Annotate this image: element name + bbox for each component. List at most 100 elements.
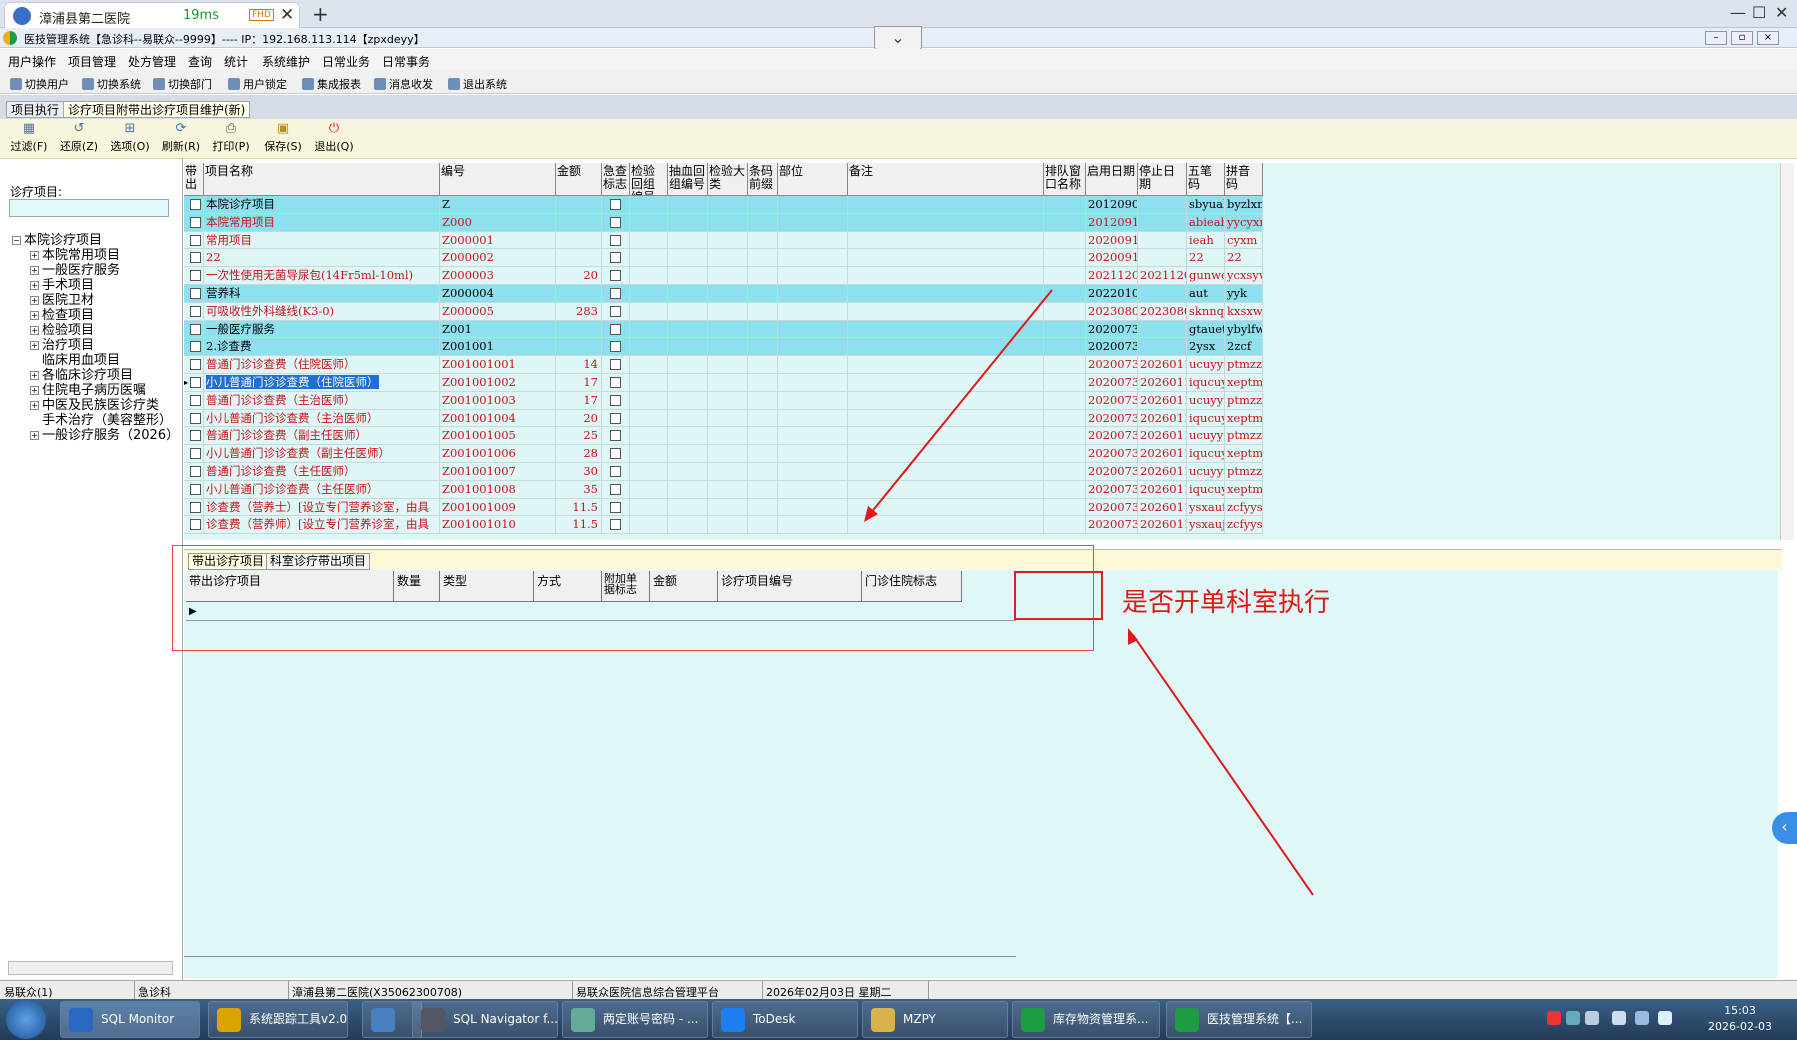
remote-session-tab[interactable]: 漳浦县第二医院 19ms FHD ✕ [4,2,300,28]
table-row[interactable]: 普通门诊诊查费（主任医师） Z001001007 30 202007312026011… [184,463,1263,481]
carry-checkbox[interactable] [190,216,201,228]
filter-button[interactable]: ▦ 过滤(F) [6,122,52,154]
urgent-checkbox[interactable] [610,519,621,531]
grid-col-header[interactable]: 部位 [778,163,848,196]
carry-checkbox[interactable] [190,483,201,495]
lock-user-button[interactable]: 用户锁定 [228,76,287,92]
carry-checkbox[interactable] [190,519,201,531]
urgent-checkbox[interactable] [610,377,621,388]
print-button[interactable]: ⎙ 打印(P) [208,122,254,154]
table-row[interactable]: 诊查费（营养师）[设立专门营养诊室，由具 Z001001010 11.5 202007… [184,516,1263,535]
grid-col-header[interactable]: 停止日期 [1138,163,1187,196]
refresh-button[interactable]: ⟳ 刷新(R) [158,122,204,154]
start-button[interactable] [6,1000,46,1039]
urgent-checkbox[interactable] [610,234,621,246]
carry-checkbox[interactable] [190,359,201,371]
grid-col-header[interactable]: 急查标志 [602,163,630,196]
urgent-checkbox[interactable] [610,252,621,264]
table-row[interactable]: 一次性使用无菌导尿包(14Fr5ml-10ml) Z000003 20 2021120… [184,267,1263,285]
table-row[interactable]: 普通门诊诊查费（副主任医师） Z001001005 25 20200731202601… [184,427,1263,446]
urgent-checkbox[interactable] [610,466,621,477]
carry-checkbox[interactable] [190,234,201,246]
table-row[interactable]: 2.诊查费 Z001001 20200731 2ysx 2zcf [184,338,1263,357]
close-window-icon[interactable]: ✕ [1775,3,1788,22]
carry-checkbox[interactable] [190,412,201,424]
urgent-checkbox[interactable] [610,199,621,210]
table-row[interactable]: 一般医疗服务 Z001 20200731 gtauetybylfw [184,320,1263,339]
table-row[interactable]: 普通门诊诊查费（住院医师） Z001001001 14 202007312026011… [184,356,1263,374]
switch-dept-button[interactable]: 切换部门 [153,76,212,92]
taskbar-app-button[interactable]: SQL Navigator f... [412,1001,558,1038]
options-button[interactable]: ⊞ 选项(O) [107,122,153,154]
help-icon[interactable] [1566,1011,1580,1025]
table-row[interactable]: 可吸收性外科缝线(K3-0) Z000005 283 2023080320230803… [184,302,1263,321]
urgent-checkbox[interactable] [610,501,621,513]
menu-user-ops[interactable]: 用户操作 [8,53,56,70]
urgent-checkbox[interactable] [610,394,621,406]
taskbar-app-button[interactable]: 系统跟踪工具v2.0 [208,1001,348,1038]
grid-col-header[interactable]: 条码前缀 [748,163,778,196]
switch-user-button[interactable]: 切换用户 [10,76,69,92]
table-row[interactable]: 常用项目 Z000001 20200910 ieah cyxm [184,231,1263,250]
mdi-restore-icon[interactable]: ▫ [1731,31,1753,45]
grid-col-header[interactable]: 检验大类 [708,163,748,196]
expand-icon[interactable]: + [30,431,39,440]
reports-button[interactable]: 集成报表 [302,76,361,92]
grid-col-header[interactable]: 启用日期 [1086,163,1138,196]
ime-icon[interactable] [1547,1011,1561,1025]
messages-button[interactable]: 消息收发 [374,76,433,92]
urgent-checkbox[interactable] [610,412,621,424]
tab-project-exec[interactable]: 项目执行 [6,101,65,118]
flag-icon[interactable] [1658,1011,1672,1025]
carry-checkbox[interactable] [190,323,201,335]
grid-col-header[interactable]: 检验回组编号 [630,163,668,196]
taskbar-app-button[interactable]: MZPY [862,1001,1008,1038]
new-tab-button[interactable]: + [312,2,329,26]
tab-item-maintenance[interactable]: 诊疗项目附带出诊疗项目维护(新) [63,101,251,118]
menu-prescription[interactable]: 处方管理 [128,53,176,70]
switch-system-button[interactable]: 切换系统 [82,76,141,92]
carry-checkbox[interactable] [190,199,201,210]
table-row[interactable]: 普通门诊诊查费（主治医师） Z001001003 17 202007312026011… [184,391,1263,410]
grid-col-header[interactable]: 项目名称 [204,163,440,196]
display-icon[interactable] [1635,1011,1649,1025]
table-row[interactable]: 小儿普通门诊诊查费（副主任医师） Z001001006 28 202007312026… [184,445,1263,463]
menu-daily-business[interactable]: 日常业务 [322,53,370,70]
urgent-checkbox[interactable] [610,270,621,282]
table-row[interactable]: 22 Z000002 20200914 22 22 [184,249,1263,268]
grid-col-header[interactable]: 排队窗口名称 [1044,163,1086,196]
collapse-icon[interactable]: − [12,236,21,245]
taskbar-app-button[interactable]: 医技管理系统【... [1166,1001,1312,1038]
save-button[interactable]: ▣ 保存(S) [260,122,306,154]
carry-checkbox[interactable] [190,252,201,264]
grid-col-header[interactable]: 抽血回组编号 [668,163,708,196]
minimize-window-icon[interactable]: — [1730,3,1746,22]
carry-checkbox[interactable] [190,288,201,299]
taskbar-app-button[interactable]: 两定账号密码 - ... [562,1001,708,1038]
carry-checkbox[interactable] [190,501,201,513]
table-row[interactable]: 营养科 Z000004 20220104 aut yyk [184,285,1263,303]
clock[interactable]: 15:03 2026-02-03 [1690,1003,1790,1035]
urgent-checkbox[interactable] [610,341,621,353]
table-row[interactable]: 本院诊疗项目 Z 20120904 sbyuahbyzlxm [184,196,1263,214]
urgent-checkbox[interactable] [610,305,621,317]
menu-item-management[interactable]: 项目管理 [68,53,116,70]
urgent-checkbox[interactable] [610,323,621,335]
table-row[interactable]: 小儿普通门诊诊查费（主任医师） Z001001008 35 2020073120260… [184,480,1263,499]
volume-icon[interactable] [1612,1011,1626,1025]
mdi-minimize-icon[interactable]: – [1705,31,1727,45]
close-tab-icon[interactable]: ✕ [280,5,294,25]
carry-checkbox[interactable] [190,377,201,388]
urgent-checkbox[interactable] [610,483,621,495]
left-hscrollbar[interactable] [8,961,173,975]
network-icon[interactable] [1585,1011,1599,1025]
grid-col-header[interactable]: 备注 [848,163,1044,196]
grid-vscrollbar[interactable] [1780,163,1794,540]
menu-query[interactable]: 查询 [188,53,212,70]
tree-node[interactable]: + 一般诊疗服务（2026） [30,424,179,443]
carry-checkbox[interactable] [190,466,201,477]
table-row[interactable]: 本院常用项目 Z000 20120910 abieahyycyxm [184,213,1263,232]
grid-col-header[interactable]: 五笔码 [1187,163,1225,196]
maximize-window-icon[interactable]: ☐ [1752,3,1766,22]
restore-button[interactable]: ↺ 还原(Z) [56,122,102,154]
